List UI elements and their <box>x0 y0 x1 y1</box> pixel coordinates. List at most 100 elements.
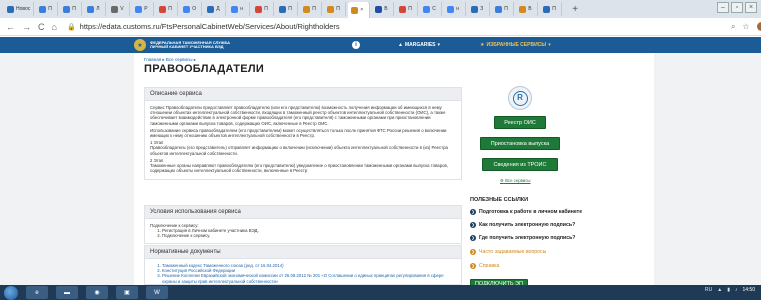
site-logo-text[interactable]: ФЕДЕРАЛЬНАЯ ТАМОЖЕННАЯ СЛУЖБА ЛИЧНЫЙ КАБ… <box>150 40 240 50</box>
reload-icon[interactable]: C <box>38 22 45 32</box>
star-icon[interactable]: ☆ <box>742 22 749 32</box>
user-icon: ▲ <box>398 42 403 48</box>
browser-tab[interactable]: В <box>372 2 395 16</box>
useful-link[interactable]: ❯ Подготовка к работе в личном кабинете <box>470 209 582 215</box>
tray-arrow-icon[interactable]: ▲ <box>717 287 722 293</box>
tab-title: П <box>336 6 340 12</box>
page-title: ПРАВООБЛАДАТЕЛИ <box>144 63 265 75</box>
browser-tab[interactable]: П <box>252 2 275 16</box>
system-tray: RU ▲ ▮ ♪ 14:50 <box>705 287 755 293</box>
arrow-circle-icon: ❯ <box>470 222 476 228</box>
taskbar-folder-icon[interactable]: ▬ <box>56 286 78 299</box>
registry-button[interactable]: Реестр ОИС <box>494 116 546 129</box>
browser-tab-strip: Новос П П Л V Р П О Дн П П П П × В П Сн З П В П + – ▫ × <box>0 0 761 18</box>
browser-tab[interactable]: н <box>444 2 467 16</box>
tab-title: О <box>192 6 197 12</box>
clock[interactable]: 14:50 <box>742 287 755 293</box>
browser-tab[interactable]: П <box>396 2 419 16</box>
description-panel: Описание сервиса Сервис Правообладатели … <box>144 87 462 181</box>
tab-title: З <box>480 6 484 12</box>
browser-tab[interactable]: О <box>180 2 203 16</box>
close-window-icon[interactable]: × <box>745 2 757 13</box>
tab-title: Р <box>144 6 148 12</box>
minimize-window-icon[interactable]: – <box>717 2 729 13</box>
browser-tab[interactable]: С <box>420 2 443 16</box>
language-indicator[interactable]: RU <box>705 287 712 293</box>
browser-tab[interactable]: Д <box>204 2 227 16</box>
tab-favicon-icon <box>111 5 119 13</box>
useful-link[interactable]: ❯ Как получить электронную подпись? <box>470 222 575 228</box>
tab-title: н <box>240 6 244 12</box>
tab-title: П <box>408 6 412 12</box>
user-menu[interactable]: ▲ MARGARIES ▾ <box>398 42 440 48</box>
tab-favicon-icon <box>63 5 71 13</box>
tab-title: П <box>312 6 316 12</box>
tab-title: В <box>384 6 388 12</box>
step-text: Таможенные органы направляют правооблада… <box>150 163 448 174</box>
all-services-label: Все сервисы <box>505 178 531 183</box>
browser-tab[interactable]: V <box>108 2 131 16</box>
tab-favicon-icon <box>279 5 287 13</box>
tab-favicon-icon <box>543 5 551 13</box>
tab-favicon-icon <box>471 5 479 13</box>
browser-tab[interactable]: П <box>276 2 299 16</box>
all-services-link[interactable]: ⚙ Все сервисы <box>500 178 531 184</box>
tab-title: П <box>72 6 76 12</box>
browser-tab[interactable]: П <box>492 2 515 16</box>
chevron-down-icon: ▾ <box>548 42 551 48</box>
tab-favicon-icon <box>207 5 215 13</box>
favorite-services-menu[interactable]: ★ ИЗБРАННЫЕ СЕРВИСЫ ▾ <box>480 42 551 48</box>
browser-tab[interactable]: Новос <box>4 2 35 16</box>
taskbar-explorer-icon[interactable]: ▣ <box>116 286 138 299</box>
useful-link[interactable]: ❯ Часто задаваемые вопросы <box>470 249 546 255</box>
forward-icon[interactable]: → <box>22 22 31 32</box>
suspension-button[interactable]: Приостановка выпуска <box>480 137 560 150</box>
taskbar-chrome-icon[interactable]: ◉ <box>86 286 108 299</box>
useful-link-label: Справка <box>479 263 500 269</box>
maximize-window-icon[interactable]: ▫ <box>731 2 743 13</box>
tab-favicon-icon <box>135 5 143 13</box>
useful-link-label: Часто задаваемые вопросы <box>479 249 547 255</box>
document-link[interactable]: Решение Коллегии Евразийской экономическ… <box>162 273 456 283</box>
start-button[interactable] <box>4 285 18 300</box>
user-name: MARGARIES <box>404 42 436 48</box>
useful-link[interactable]: ❯ Где получить электронную подпись? <box>470 235 575 241</box>
profile-avatar[interactable] <box>756 21 761 31</box>
info-icon[interactable]: i <box>352 41 360 49</box>
search-icon[interactable]: ⌕ <box>731 22 735 32</box>
taskbar-ie-icon[interactable]: e <box>26 286 48 299</box>
tab-favicon-icon <box>7 5 14 13</box>
useful-link[interactable]: ❯ Справка <box>470 263 499 269</box>
conditions-heading: Условия использования сервиса <box>145 206 461 219</box>
browser-tab[interactable]: × <box>348 2 371 18</box>
browser-tab[interactable]: П <box>324 2 347 16</box>
browser-tab[interactable]: Р <box>132 2 155 16</box>
arrow-circle-icon: ❯ <box>470 263 476 269</box>
browser-tab[interactable]: П <box>540 2 563 16</box>
back-icon[interactable]: ← <box>6 22 15 32</box>
browser-tab[interactable]: н <box>228 2 251 16</box>
documents-heading: Нормативные документы <box>145 246 461 259</box>
browser-tab[interactable]: З <box>468 2 491 16</box>
new-tab-button[interactable]: + <box>572 4 578 15</box>
emblem-icon[interactable]: ★ <box>134 39 146 51</box>
browser-tab[interactable]: П <box>300 2 323 16</box>
browser-tab[interactable]: П <box>60 2 83 16</box>
home-icon[interactable]: ⌂ <box>52 22 57 32</box>
tab-title: П <box>552 6 556 12</box>
tab-title: V <box>120 6 124 12</box>
browser-tab[interactable]: П <box>36 2 59 16</box>
tab-favicon-icon <box>447 5 455 13</box>
address-bar[interactable]: 🔒 https://edata.customs.ru/FtsPersonalCa… <box>64 20 724 33</box>
volume-icon[interactable]: ♪ <box>735 287 738 293</box>
taskbar-word-icon[interactable]: W <box>146 286 168 299</box>
info-button[interactable]: Сведения из ТРОИС <box>482 158 558 171</box>
browser-tab[interactable]: П <box>156 2 179 16</box>
useful-link-label: Подготовка к работе в личном кабинете <box>479 209 583 215</box>
tab-title: П <box>168 6 172 12</box>
tab-favicon-icon <box>87 5 95 13</box>
tab-favicon-icon <box>255 5 263 13</box>
browser-tab[interactable]: В <box>516 2 539 16</box>
network-icon[interactable]: ▮ <box>727 287 730 293</box>
browser-tab[interactable]: Л <box>84 2 107 16</box>
